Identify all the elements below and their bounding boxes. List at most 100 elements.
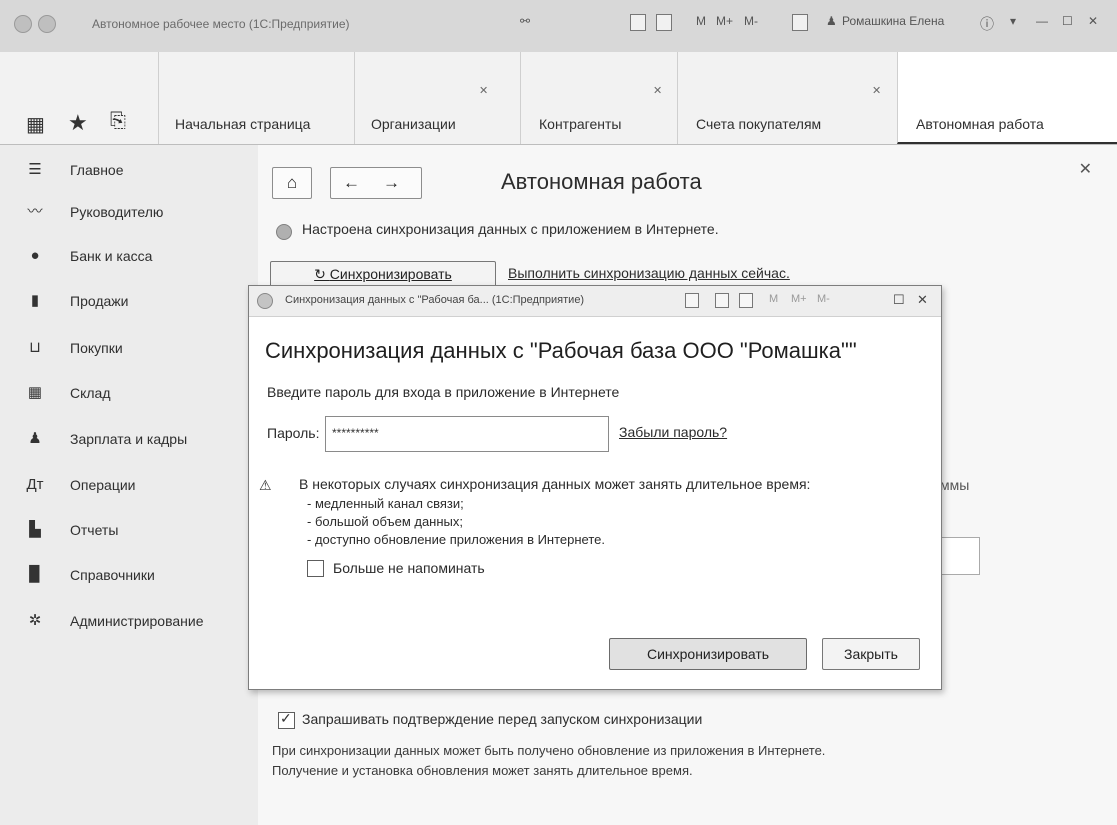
person-icon: ♟ — [28, 430, 42, 447]
sync-status-text: Настроена синхронизация данных с приложе… — [302, 221, 719, 237]
tab-label: Счета покупателям — [696, 116, 822, 132]
dialog-save-icon[interactable] — [715, 293, 729, 308]
dialog-sync-button-label: Синхронизировать — [646, 646, 770, 662]
sidebar-item-label: Склад — [70, 385, 111, 401]
forgot-password-link[interactable]: Забыли пароль? — [619, 424, 727, 440]
tab-label: Автономная работа — [916, 116, 1044, 132]
sidebar-item-label: Операции — [70, 477, 136, 493]
dont-remind-checkbox[interactable] — [307, 560, 324, 577]
dropdown-icon[interactable]: ▾ — [1010, 14, 1016, 28]
back-icon[interactable]: ← — [343, 168, 360, 198]
warehouse-icon: ▦ — [27, 384, 43, 401]
memory-add-button[interactable]: M+ — [716, 14, 733, 28]
password-label: Пароль: — [267, 425, 320, 441]
sidebar-item-label: Главное — [70, 162, 124, 178]
dialog-maximize-icon[interactable]: ☐ — [893, 292, 905, 308]
dialog-close-button-label: Закрыть — [844, 646, 898, 662]
forward-icon[interactable]: → — [383, 168, 400, 198]
tab-counterparties[interactable]: ✕ Контрагенты — [520, 52, 678, 144]
maximize-icon[interactable]: ☐ — [1062, 14, 1073, 28]
password-value: ********** — [332, 426, 379, 440]
star-icon[interactable]: ★ — [68, 110, 88, 136]
close-page-icon[interactable]: ✕ — [1079, 159, 1092, 179]
dialog-calendar-icon[interactable] — [739, 293, 753, 308]
home-button[interactable]: ⌂ — [272, 167, 312, 199]
warning-item: - медленный канал связи; — [307, 496, 464, 511]
bank-icon: ● — [30, 247, 40, 264]
tab-autonomous-work[interactable]: Автономная работа — [897, 52, 1117, 144]
tab-bar: ▦ ★ ⎘ Начальная страница ✕ Организации ✕… — [0, 52, 1117, 145]
main-menu-icon[interactable] — [38, 15, 56, 33]
dialog-sync-button[interactable]: Синхронизировать — [609, 638, 807, 670]
gear-icon: ✲ — [28, 612, 42, 629]
app-logo-icon — [14, 15, 32, 33]
warning-item: - доступно обновление приложения в Интер… — [307, 532, 606, 547]
password-field[interactable]: ********** — [325, 416, 609, 452]
trend-icon: 〰 — [27, 203, 43, 220]
cart-icon: ⊔ — [29, 339, 41, 356]
memory-m-button[interactable]: M — [696, 14, 706, 28]
note-line-1: При синхронизации данных может быть полу… — [272, 743, 826, 758]
bag-icon: ▮ — [30, 292, 40, 309]
sidebar-item-label: Отчеты — [70, 522, 119, 538]
sidebar-item-label: Банк и касса — [70, 248, 153, 264]
link-icon[interactable]: ⚯ — [520, 14, 530, 28]
sync-status-icon — [276, 224, 292, 240]
password-prompt: Введите пароль для входа в приложение в … — [267, 384, 620, 400]
home-icon: ⌂ — [286, 173, 298, 192]
sidebar-item-label: Покупки — [70, 340, 123, 356]
confirm-checkbox-label: Запрашивать подтверждение перед запуском… — [302, 711, 703, 727]
save-icon[interactable] — [630, 14, 646, 31]
window-title: Автономное рабочее место (1С:Предприятие… — [92, 17, 350, 31]
warning-icon: ⚠ — [259, 477, 272, 493]
tab-organizations[interactable]: ✕ Организации — [354, 52, 521, 144]
tab-close-icon[interactable]: ✕ — [479, 84, 488, 97]
sidebar-item-label: Справочники — [70, 567, 155, 583]
menu-icon: ☰ — [28, 161, 42, 178]
dialog-memory-subtract-button[interactable]: M- — [817, 293, 830, 305]
tab-close-icon[interactable]: ✕ — [653, 84, 662, 97]
dialog-link-icon[interactable] — [685, 293, 699, 308]
sync-description-link[interactable]: Выполнить синхронизацию данных сейчас. — [508, 265, 790, 281]
tab-label: Контрагенты — [539, 116, 622, 132]
warning-item: - большой объем данных; — [307, 514, 463, 529]
book-icon: ▉ — [29, 566, 41, 583]
tab-label: Организации — [371, 116, 456, 132]
sync-dialog: Синхронизация данных с "Рабочая ба... (1… — [248, 285, 942, 690]
dialog-memory-m-button[interactable]: M — [769, 293, 778, 305]
tab-close-icon[interactable]: ✕ — [872, 84, 881, 97]
minimize-icon[interactable]: — — [1036, 14, 1048, 28]
help-icon[interactable]: ⓘ — [980, 14, 994, 34]
tab-start-page[interactable]: Начальная страница — [158, 52, 355, 144]
user-name[interactable]: Ромашкина Елена — [842, 14, 944, 28]
confirm-checkbox[interactable]: ✓ — [278, 710, 295, 729]
info-icon[interactable] — [792, 14, 808, 31]
history-icon[interactable]: ⎘ — [110, 110, 126, 133]
close-icon[interactable]: ✕ — [1088, 14, 1098, 28]
dialog-close-icon[interactable]: ✕ — [917, 292, 928, 308]
window-titlebar: Автономное рабочее место (1С:Предприятие… — [0, 0, 1117, 53]
tab-label: Начальная страница — [175, 116, 311, 132]
dialog-memory-add-button[interactable]: M+ — [791, 293, 807, 305]
sync-now-button-label: Синхронизировать — [329, 266, 452, 282]
warning-text: В некоторых случаях синхронизация данных… — [299, 476, 811, 492]
partial-text: ммы — [940, 477, 970, 493]
dont-remind-label: Больше не напоминать — [333, 560, 485, 576]
operations-icon: Дт — [26, 476, 44, 493]
sidebar-item-label: Продажи — [70, 293, 129, 309]
sidebar-item-label: Администрирование — [70, 613, 204, 629]
history-nav: ← → — [330, 167, 422, 199]
apps-grid-icon[interactable]: ▦ — [26, 112, 45, 137]
sidebar-item-label: Зарплата и кадры — [70, 431, 188, 447]
memory-subtract-button[interactable]: M- — [744, 14, 758, 28]
dialog-titlebar: Синхронизация данных с "Рабочая ба... (1… — [249, 286, 941, 317]
dialog-close-button[interactable]: Закрыть — [822, 638, 920, 670]
dialog-window-title: Синхронизация данных с "Рабочая ба... (1… — [285, 294, 585, 306]
sync-icon: ↻ — [314, 266, 330, 282]
checkmark-icon: ✓ — [280, 710, 292, 726]
tab-customer-invoices[interactable]: ✕ Счета покупателям — [677, 52, 898, 144]
partial-field[interactable] — [938, 537, 980, 575]
calendar-icon[interactable] — [656, 14, 672, 31]
note-line-2: Получение и установка обновления может з… — [272, 763, 693, 778]
sync-now-button[interactable]: ↻ Синхронизировать — [270, 261, 496, 287]
